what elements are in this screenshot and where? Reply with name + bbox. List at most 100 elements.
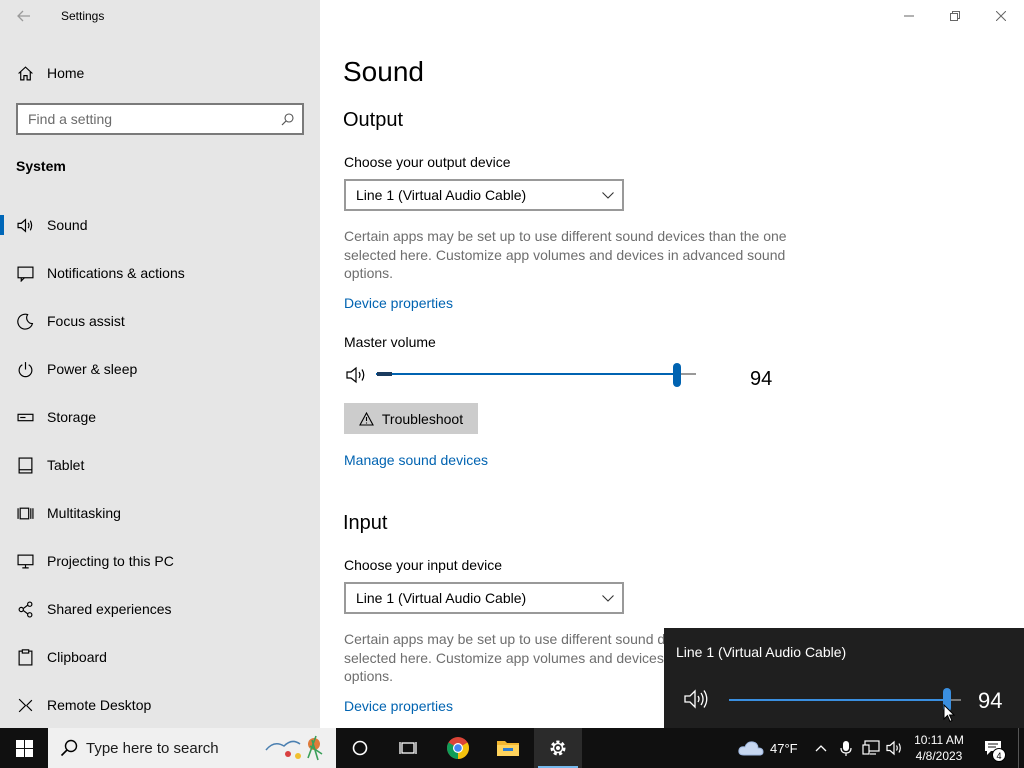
volume-peak-meter <box>377 372 392 376</box>
network-icon <box>862 740 880 755</box>
projecting-icon <box>0 553 47 570</box>
taskbar-search-input[interactable] <box>86 739 246 757</box>
troubleshoot-button[interactable]: Troubleshoot <box>344 403 478 434</box>
notification-count-badge: 4 <box>992 748 1006 762</box>
sidebar: Settings Home System Sound Notifications… <box>0 0 320 728</box>
section-heading-system: System <box>16 158 66 174</box>
troubleshoot-label: Troubleshoot <box>381 410 464 427</box>
back-arrow-icon <box>17 10 30 22</box>
moon-icon <box>0 313 47 330</box>
find-setting-search[interactable] <box>16 103 304 135</box>
show-desktop-button[interactable] <box>1018 728 1024 768</box>
shared-icon <box>0 600 47 618</box>
search-icon <box>60 739 78 757</box>
chrome-taskbar-button[interactable] <box>434 728 482 768</box>
minimize-icon <box>904 15 914 17</box>
sidebar-item-tablet[interactable]: Tablet <box>0 448 320 496</box>
sidebar-item-projecting[interactable]: Projecting to this PC <box>0 544 320 592</box>
start-button[interactable] <box>0 728 48 768</box>
output-device-properties-link[interactable]: Device properties <box>344 295 453 311</box>
home-label: Home <box>47 65 85 81</box>
master-volume-value: 94 <box>750 368 773 390</box>
multitasking-icon <box>0 505 47 522</box>
system-nav-list: Sound Notifications & actions Focus assi… <box>0 208 320 736</box>
page-title: Sound <box>343 56 424 87</box>
task-view-button[interactable] <box>384 728 432 768</box>
output-description: Certain apps may be set up to use differ… <box>344 228 787 281</box>
flyout-device-name[interactable]: Line 1 (Virtual Audio Cable) <box>676 644 846 660</box>
sidebar-item-shared-experiences[interactable]: Shared experiences <box>0 592 320 640</box>
sidebar-item-label: Notifications & actions <box>47 265 185 281</box>
weather-widget[interactable]: 47°F <box>738 728 798 768</box>
clipboard-icon <box>0 648 47 666</box>
network-tray-button[interactable] <box>862 728 880 768</box>
clock-time: 10:11 AM <box>914 733 964 747</box>
search-highlight-doodle-icon[interactable] <box>264 732 330 764</box>
speaker-icon[interactable] <box>684 688 710 710</box>
master-volume-fill <box>376 373 677 375</box>
microphone-tray-button[interactable] <box>840 728 852 768</box>
settings-taskbar-button[interactable] <box>534 728 582 768</box>
sidebar-item-label: Focus assist <box>47 313 125 329</box>
minimize-button[interactable] <box>886 0 932 32</box>
sidebar-item-label: Sound <box>47 217 88 233</box>
speaker-icon <box>0 217 47 234</box>
speaker-icon <box>886 740 901 756</box>
app-title: Settings <box>61 9 105 23</box>
weather-temperature: 47°F <box>770 740 798 756</box>
sidebar-item-clipboard[interactable]: Clipboard <box>0 640 320 688</box>
file-explorer-taskbar-button[interactable] <box>484 728 532 768</box>
mouse-cursor-icon <box>943 704 955 723</box>
taskbar-search-box[interactable] <box>48 728 336 768</box>
input-device-label: Choose your input device <box>344 557 502 573</box>
sidebar-item-sound[interactable]: Sound <box>0 208 320 256</box>
sidebar-item-label: Remote Desktop <box>47 697 152 713</box>
master-volume-label: Master volume <box>344 334 436 350</box>
cortana-button[interactable] <box>336 728 384 768</box>
close-button[interactable] <box>978 0 1024 32</box>
clock-date: 4/8/2023 <box>915 749 963 763</box>
flyout-volume-value: 94 <box>978 688 1003 713</box>
output-device-label: Choose your output device <box>344 154 511 170</box>
sidebar-item-power-sleep[interactable]: Power & sleep <box>0 352 320 400</box>
master-volume-row <box>346 362 786 390</box>
chrome-icon <box>447 737 469 759</box>
restore-icon <box>950 11 960 21</box>
restore-button[interactable] <box>932 0 978 32</box>
output-device-value: Line 1 (Virtual Audio Cable) <box>356 187 527 203</box>
sidebar-item-notifications[interactable]: Notifications & actions <box>0 256 320 304</box>
home-nav-item[interactable]: Home <box>0 56 320 90</box>
search-icon[interactable] <box>281 112 294 126</box>
master-volume-slider-thumb[interactable] <box>672 363 681 387</box>
back-button[interactable] <box>8 4 40 28</box>
sidebar-item-storage[interactable]: Storage <box>0 400 320 448</box>
manage-sound-devices-link[interactable]: Manage sound devices <box>344 452 488 468</box>
sidebar-item-label: Clipboard <box>47 649 107 665</box>
taskbar-clock[interactable]: 10:11 AM 4/8/2023 <box>906 732 972 764</box>
sidebar-item-multitasking[interactable]: Multitasking <box>0 496 320 544</box>
find-setting-input[interactable] <box>28 111 258 127</box>
volume-tray-button[interactable] <box>886 728 904 768</box>
sidebar-item-label: Tablet <box>47 457 85 473</box>
storage-icon <box>0 409 47 426</box>
sidebar-item-focus-assist[interactable]: Focus assist <box>0 304 320 352</box>
input-device-dropdown[interactable]: Line 1 (Virtual Audio Cable) <box>344 582 624 614</box>
task-view-icon <box>399 742 417 754</box>
taskbar: 47°F 10:11 AM 4/8/2023 4 <box>0 728 1024 768</box>
input-device-properties-link[interactable]: Device properties <box>344 698 453 714</box>
show-hidden-icons-button[interactable] <box>815 728 827 768</box>
windows-logo-icon <box>15 739 33 757</box>
action-center-button[interactable]: 4 <box>978 728 1008 768</box>
remote-desktop-icon <box>0 697 47 714</box>
home-icon <box>0 65 47 82</box>
sidebar-item-label: Storage <box>47 409 97 425</box>
sidebar-item-label: Multitasking <box>47 505 121 521</box>
folder-icon <box>497 741 519 756</box>
output-device-dropdown[interactable]: Line 1 (Virtual Audio Cable) <box>344 179 624 211</box>
speaker-icon[interactable] <box>346 366 368 384</box>
close-icon <box>996 11 1006 21</box>
output-heading: Output <box>343 109 404 131</box>
input-device-value: Line 1 (Virtual Audio Cable) <box>356 590 527 606</box>
power-icon <box>0 361 47 378</box>
chevron-up-icon <box>815 745 827 752</box>
